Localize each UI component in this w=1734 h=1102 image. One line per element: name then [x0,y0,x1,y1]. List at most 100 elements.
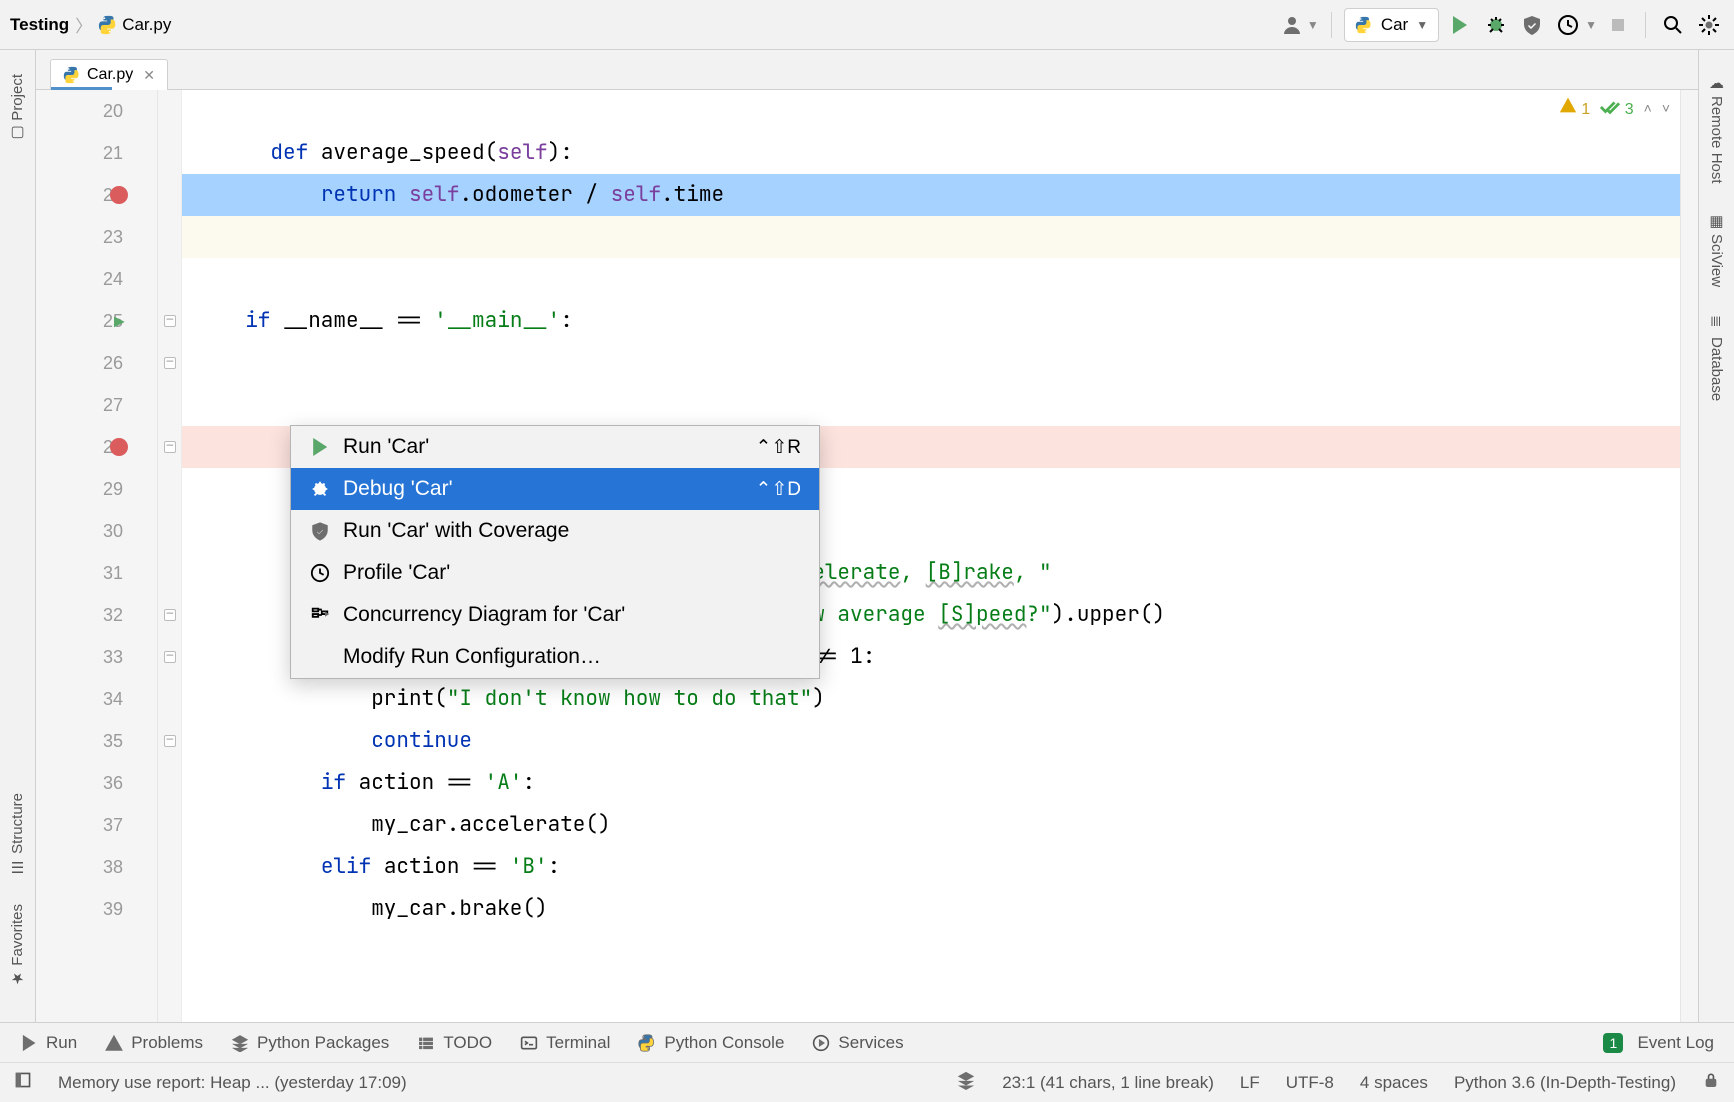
gutter-line[interactable]: 36 [36,762,157,804]
gutter-line[interactable]: 35 [36,720,157,762]
close-tab-button[interactable]: ✕ [143,67,155,84]
event-log-button[interactable]: 1 Event Log [1603,1033,1714,1053]
settings-button[interactable] [1694,10,1724,40]
code-line[interactable] [182,384,1680,426]
inspection-indicators[interactable]: 1 3 ˄ ˅ [1559,96,1670,119]
tool-tab-project[interactable]: ▢ Project [9,74,26,143]
sync-icon[interactable] [956,1070,976,1095]
breadcrumb-project[interactable]: Testing [10,15,69,35]
status-caret-position[interactable]: 23:1 (41 chars, 1 line break) [1002,1073,1214,1093]
context-menu-item[interactable]: Run 'Car' with Coverage [291,510,819,552]
context-menu-item[interactable]: Profile 'Car' [291,552,819,594]
code-line[interactable]: def average_speed(self): [182,132,1680,174]
gutter-line[interactable]: 25▶ [36,300,157,342]
gutter-line[interactable]: 23 [36,216,157,258]
fold-handle[interactable] [158,426,181,468]
debug-button[interactable] [1481,10,1511,40]
gutter-line[interactable]: 29 [36,468,157,510]
code-line[interactable]: if action == 'A': [182,762,1680,804]
code-line[interactable]: my_car.brake() [182,888,1680,930]
fold-handle[interactable] [158,552,181,594]
code-line[interactable] [182,216,1680,258]
file-tab[interactable]: Car.py ✕ [50,59,168,90]
gutter-line[interactable]: 38 [36,846,157,888]
code-area[interactable]: 1 3 ˄ ˅ def average_speed(self): return … [182,90,1680,1022]
bottom-tab-services[interactable]: Services [812,1033,903,1053]
bottom-tab-problems[interactable]: Problems [105,1033,203,1053]
coverage-button[interactable] [1517,10,1547,40]
status-encoding[interactable]: UTF-8 [1286,1073,1334,1093]
code-line[interactable]: continue [182,720,1680,762]
bottom-tab-run[interactable]: Run [20,1033,77,1053]
code-line[interactable]: if __name__ == '__main__': [182,300,1680,342]
breadcrumb-file[interactable]: Car.py [98,15,171,35]
code-line[interactable] [182,258,1680,300]
fold-handle[interactable] [158,636,181,678]
fold-handle[interactable] [158,510,181,552]
next-highlight-button[interactable]: ˅ [1662,100,1670,116]
code-line[interactable] [182,342,1680,384]
fold-handle[interactable] [158,342,181,384]
gutter-line[interactable]: 32 [36,594,157,636]
gutter-line[interactable]: 34 [36,678,157,720]
gutter-line[interactable]: 33 [36,636,157,678]
gutter-line[interactable]: 30 [36,510,157,552]
status-line-separator[interactable]: LF [1240,1073,1260,1093]
prev-highlight-button[interactable]: ˄ [1644,100,1652,116]
fold-handle[interactable] [158,300,181,342]
tool-tab-favorites[interactable]: ★ Favorites [9,904,26,988]
add-user-button[interactable] [1277,10,1307,40]
gutter[interactable]: 202122232425▶262728293031323334353637383… [36,90,158,1022]
warning-indicator[interactable]: 1 [1559,96,1590,119]
fold-handle[interactable] [158,216,181,258]
error-stripe[interactable] [1680,90,1698,1022]
search-button[interactable] [1658,10,1688,40]
ok-indicator[interactable]: 3 [1600,97,1633,119]
tool-tab-remote-host[interactable]: ☁ Remote Host [1708,74,1725,184]
context-menu-item[interactable]: Modify Run Configuration… [291,636,819,678]
context-menu-item[interactable]: Debug 'Car'⌃⇧D [291,468,819,510]
fold-handle[interactable] [158,174,181,216]
lock-button[interactable] [1702,1071,1720,1094]
fold-handle[interactable] [158,384,181,426]
gutter-line[interactable]: 27 [36,384,157,426]
code-line[interactable] [182,90,1680,132]
bottom-tab-terminal[interactable]: Terminal [520,1033,610,1053]
fold-handle[interactable] [158,90,181,132]
fold-handle[interactable] [158,678,181,720]
gutter-line[interactable]: 22 [36,174,157,216]
status-indent[interactable]: 4 spaces [1360,1073,1428,1093]
gutter-line[interactable]: 21 [36,132,157,174]
context-menu-item[interactable]: Run 'Car'⌃⇧R [291,426,819,468]
fold-handle[interactable] [158,762,181,804]
fold-column[interactable] [158,90,182,1022]
chevron-down-icon[interactable]: ▼ [1585,18,1597,32]
code-line[interactable]: my_car.accelerate() [182,804,1680,846]
run-gutter-icon[interactable]: ▶ [114,313,125,330]
gutter-line[interactable]: 24 [36,258,157,300]
tool-tab-database[interactable]: ≣ Database [1708,315,1725,401]
gutter-line[interactable]: 37 [36,804,157,846]
breakpoint-icon[interactable] [110,186,128,204]
gutter-line[interactable]: 28 [36,426,157,468]
tool-tab-sciview[interactable]: ▦ SciView [1708,212,1725,287]
context-menu-item[interactable]: Concurrency Diagram for 'Car' [291,594,819,636]
fold-handle[interactable] [158,594,181,636]
bottom-tab-python-packages[interactable]: Python Packages [231,1033,389,1053]
gutter-line[interactable]: 39 [36,888,157,930]
stop-button[interactable] [1603,10,1633,40]
status-interpreter[interactable]: Python 3.6 (In-Depth-Testing) [1454,1073,1676,1093]
gutter-line[interactable]: 31 [36,552,157,594]
run-button[interactable] [1445,10,1475,40]
bottom-tab-python-console[interactable]: Python Console [638,1033,784,1053]
status-memory[interactable]: Memory use report: Heap ... (yesterday 1… [58,1073,407,1093]
code-line[interactable]: return self.odometer / self.time [182,174,1680,216]
chevron-down-icon[interactable]: ▼ [1307,18,1319,32]
breakpoint-icon[interactable] [110,438,128,456]
fold-handle[interactable] [158,804,181,846]
gutter-line[interactable]: 20 [36,90,157,132]
fold-handle[interactable] [158,258,181,300]
fold-handle[interactable] [158,888,181,930]
fold-handle[interactable] [158,468,181,510]
tool-tab-structure[interactable]: ☰ Structure [9,793,26,876]
